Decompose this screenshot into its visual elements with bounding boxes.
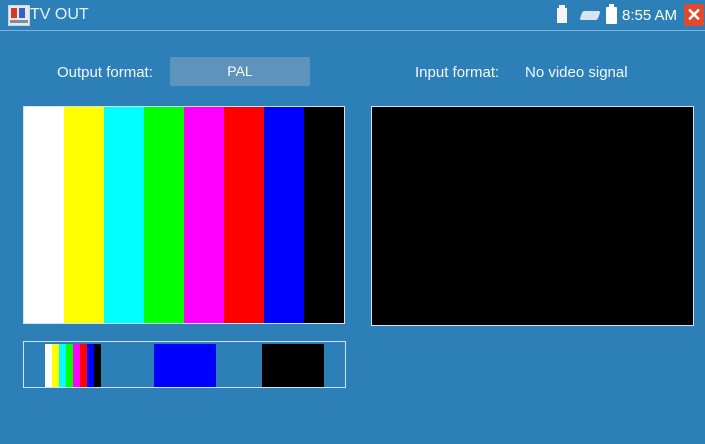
mini-color-bar [73, 344, 80, 387]
pattern-solid-blue-option[interactable] [154, 344, 216, 387]
color-bar [304, 107, 344, 323]
input-format-value: No video signal [525, 64, 628, 81]
close-button[interactable]: ✕ [684, 4, 704, 26]
usb-icon [579, 11, 601, 20]
color-bar [264, 107, 304, 323]
color-bar [144, 107, 184, 323]
mini-color-bar [45, 344, 52, 387]
pattern-solid-black-option[interactable] [262, 344, 324, 387]
pattern-selector [23, 341, 346, 388]
mini-color-bar [52, 344, 59, 387]
mini-color-bar [94, 344, 101, 387]
window-title: TV OUT [30, 6, 89, 23]
battery-icon [606, 4, 617, 24]
color-bar [64, 107, 104, 323]
color-bar [104, 107, 144, 323]
clock: 8:55 AM [622, 7, 678, 24]
input-video-preview [371, 106, 694, 326]
color-bars-preview [23, 106, 345, 324]
color-bar [184, 107, 224, 323]
output-format-select[interactable]: PAL [170, 57, 310, 86]
sd-card-icon [557, 5, 567, 23]
color-bar [24, 107, 64, 323]
pattern-color-bars-option[interactable] [45, 344, 131, 387]
mini-color-bar [66, 344, 73, 387]
tv-out-app-icon [8, 5, 30, 26]
mini-color-bar [59, 344, 66, 387]
mini-color-bar [80, 344, 87, 387]
title-bar: TV OUT 8:55 AM ✕ [0, 0, 705, 31]
mini-color-bar [87, 344, 94, 387]
output-format-label: Output format: [57, 64, 153, 81]
color-bar [224, 107, 264, 323]
input-format-label: Input format: [415, 64, 500, 81]
